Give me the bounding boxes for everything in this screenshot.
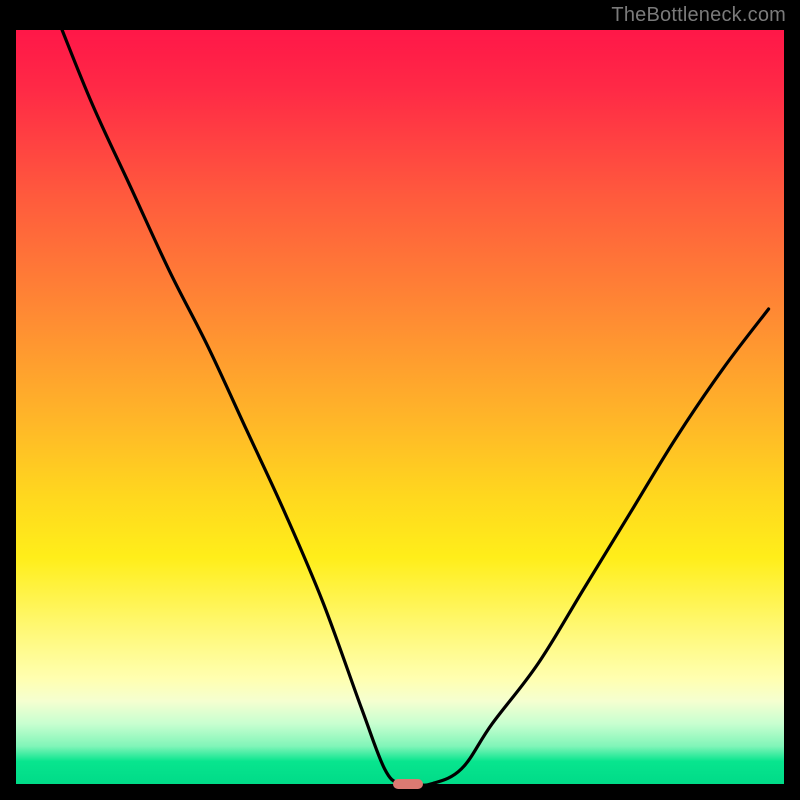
bottleneck-curve-path bbox=[62, 30, 769, 784]
minimum-marker bbox=[393, 779, 423, 789]
curve-svg bbox=[16, 30, 784, 784]
attribution-text: TheBottleneck.com bbox=[611, 4, 786, 27]
plot-area bbox=[16, 30, 784, 784]
bottleneck-chart: TheBottleneck.com bbox=[0, 0, 800, 800]
